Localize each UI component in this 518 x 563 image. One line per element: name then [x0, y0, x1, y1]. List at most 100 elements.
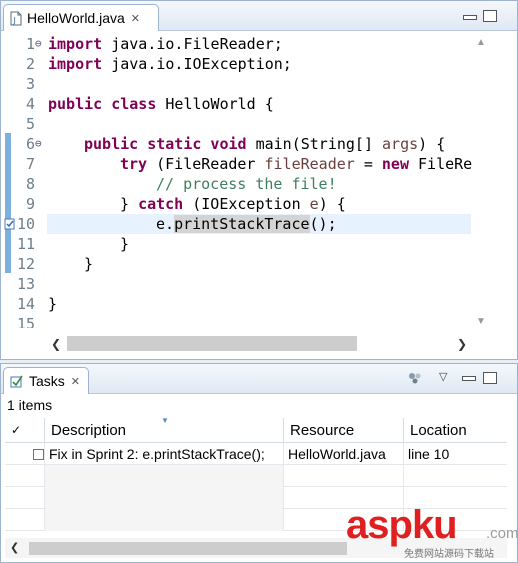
- watermark-ku: ku: [411, 503, 458, 547]
- code-line-12: }: [84, 255, 94, 273]
- code-text: ) {: [418, 135, 446, 153]
- table-header: ✓ Description ▼ Resource Location: [5, 416, 507, 443]
- code-text: java.io.IOException;: [102, 55, 292, 73]
- line-number: 1: [25, 35, 35, 53]
- code-line-9: } catch (IOException e) {: [120, 194, 346, 214]
- empty-cell: [5, 487, 45, 509]
- column-header-description-label: Description: [51, 422, 127, 439]
- empty-cell: [45, 509, 284, 531]
- task-marker-icon[interactable]: [4, 217, 16, 231]
- java-editor: J HelloWorld.java ✕ 1 2 3 4 5 6 7 8 9 10…: [0, 0, 518, 360]
- keyword: import: [48, 55, 103, 73]
- column-header-location[interactable]: Location: [404, 418, 507, 443]
- table-row[interactable]: Fix in Sprint 2: e.printStackTrace(); He…: [5, 443, 507, 465]
- code-text: FileRe: [409, 155, 473, 173]
- empty-cell: [5, 465, 45, 487]
- column-header-description[interactable]: Description ▼: [45, 416, 284, 443]
- watermark-logo: aspku: [346, 503, 458, 548]
- code-text: (FileReader: [147, 155, 265, 173]
- scroll-left-icon[interactable]: ❮: [51, 337, 61, 351]
- line-number: 5: [25, 115, 35, 133]
- scroll-up-icon[interactable]: ▲: [476, 37, 486, 48]
- code-line-8-comment: // process the file!: [156, 175, 337, 193]
- code-line-1: import java.io.FileReader;: [48, 34, 283, 54]
- empty-cell: [5, 509, 45, 531]
- line-number: 12: [16, 255, 35, 273]
- line-number: 6: [25, 135, 35, 153]
- code-text: ();: [309, 215, 337, 233]
- tasks-tab-label: Tasks: [29, 373, 65, 389]
- watermark-domain: .com: [486, 525, 518, 542]
- line-number: 14: [16, 295, 35, 313]
- line-number: 7: [25, 155, 35, 173]
- scroll-right-icon[interactable]: ❯: [457, 337, 467, 351]
- tasks-icon: [10, 375, 23, 388]
- view-menu-icon[interactable]: ▽: [439, 370, 447, 383]
- occurrence-highlight: printStackTrace: [174, 215, 310, 233]
- scroll-down-icon[interactable]: ▼: [476, 316, 486, 327]
- code-line-7: try (FileReader fileReader = new FileRe: [120, 154, 472, 174]
- items-count: 1 items: [7, 397, 53, 413]
- task-description: Fix in Sprint 2: e.printStackTrace();: [49, 446, 265, 462]
- maximize-icon[interactable]: [483, 10, 497, 22]
- code-text: main(String[]: [246, 135, 383, 153]
- column-header-check[interactable]: ✓: [5, 418, 45, 443]
- row-description-cell: Fix in Sprint 2: e.printStackTrace();: [29, 443, 284, 465]
- code-text: (IOException: [183, 195, 310, 213]
- minimize-icon[interactable]: [462, 376, 476, 381]
- keyword: catch: [138, 195, 184, 213]
- fold-collapse-icon[interactable]: ⊖: [35, 34, 42, 54]
- code-line-10: e.printStackTrace();: [156, 214, 337, 234]
- maximize-icon[interactable]: [483, 372, 497, 384]
- code-line-11: }: [120, 235, 130, 253]
- column-header-resource[interactable]: Resource: [284, 418, 404, 443]
- fold-collapse-icon[interactable]: ⊖: [35, 134, 42, 154]
- code-text: ) {: [318, 195, 346, 213]
- line-number: 2: [25, 55, 35, 73]
- code-line-14: }: [48, 295, 58, 313]
- vertical-scrollbar[interactable]: ▲ ▼: [473, 32, 489, 328]
- keyword: import: [48, 35, 103, 53]
- close-icon[interactable]: ✕: [131, 12, 140, 25]
- code-text: e.: [156, 215, 175, 233]
- keyword: public static void: [84, 135, 247, 153]
- variable: fileReader: [264, 155, 355, 173]
- task-location: line 10: [408, 446, 450, 462]
- keyword: public class: [48, 95, 157, 113]
- line-number: 9: [25, 195, 35, 213]
- tasks-tab-bar: Tasks ✕ ▽: [1, 364, 517, 394]
- horizontal-scrollbar[interactable]: ❮ ❯: [1, 328, 517, 359]
- tasks-scroll-thumb[interactable]: [29, 542, 347, 555]
- focus-icon[interactable]: [407, 371, 423, 385]
- empty-cell: [45, 465, 284, 487]
- tab-helloworld-java[interactable]: J HelloWorld.java ✕: [3, 4, 159, 31]
- code-line-2: import java.io.IOException;: [48, 54, 292, 74]
- minimize-icon[interactable]: [463, 15, 477, 20]
- code-area[interactable]: 1 2 3 4 5 6 7 8 9 10 11 12 13 14 15 ⊖ ⊖ …: [1, 32, 517, 333]
- empty-cell: [45, 487, 284, 509]
- variable: e: [309, 195, 319, 213]
- code-line-4: public class HelloWorld {: [48, 94, 274, 114]
- table-row-empty: [5, 465, 507, 487]
- editor-tab-label: HelloWorld.java: [27, 10, 125, 26]
- watermark-subtitle: 免费网站源码下载站: [404, 549, 494, 560]
- tab-tasks[interactable]: Tasks ✕: [3, 367, 89, 394]
- empty-cell: [284, 465, 404, 487]
- line-number: 3: [25, 75, 35, 93]
- editor-tab-bar: J HelloWorld.java ✕: [1, 1, 517, 31]
- line-number: 13: [16, 275, 35, 293]
- watermark-asp: asp: [346, 503, 413, 547]
- code-text: }: [120, 195, 139, 213]
- close-icon[interactable]: ✕: [71, 375, 80, 388]
- line-number: 8: [25, 175, 35, 193]
- keyword: new: [381, 155, 409, 173]
- scroll-left-icon[interactable]: ❮: [10, 541, 19, 554]
- keyword: try: [120, 155, 148, 173]
- code-text: HelloWorld {: [156, 95, 274, 113]
- horizontal-scroll-thumb[interactable]: [67, 336, 357, 351]
- code-line-6: public static void main(String[] args) {: [84, 134, 445, 154]
- task-resource: HelloWorld.java: [284, 443, 404, 465]
- line-number: 11: [16, 235, 35, 253]
- task-complete-checkbox[interactable]: [33, 449, 44, 460]
- code-text: =: [354, 155, 382, 173]
